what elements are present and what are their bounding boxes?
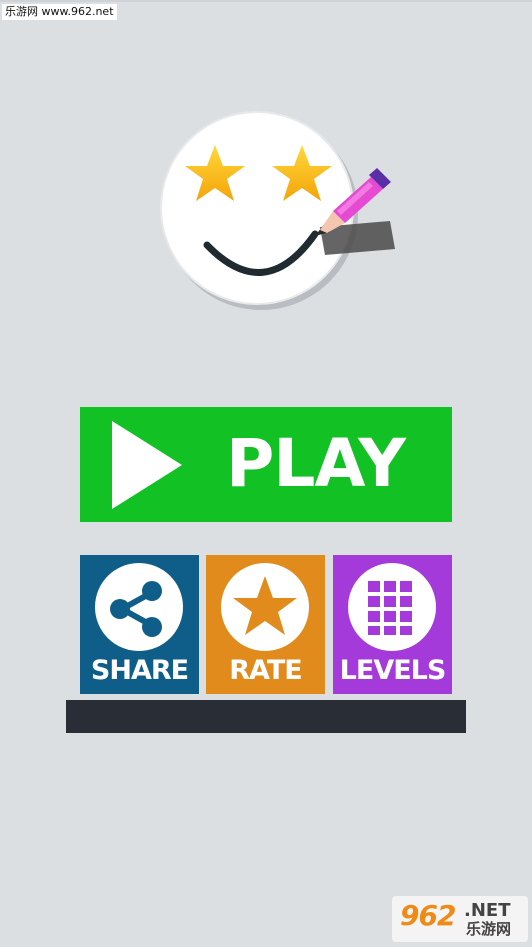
- play-label: PLAY: [226, 425, 406, 502]
- play-icon: [112, 421, 182, 509]
- share-button[interactable]: SHARE: [80, 555, 199, 694]
- banner-ad-bar[interactable]: [66, 700, 466, 733]
- levels-button[interactable]: LEVELS: [333, 555, 452, 694]
- watermark-bottom-logo: 962 .NET 乐游网: [392, 896, 528, 942]
- game-logo: [160, 111, 395, 310]
- levels-label: LEVELS: [339, 655, 447, 686]
- rate-button[interactable]: RATE: [206, 555, 325, 694]
- share-icon: [110, 581, 162, 637]
- star-icon: [233, 576, 297, 635]
- levels-icon-circle: [348, 563, 436, 651]
- watermark-domain: .NET: [464, 900, 511, 921]
- main-menu-screen: 乐游网 www.962.net PLAY SHARE RATE LEVELS 9…: [0, 0, 532, 947]
- grid-icon: [368, 581, 412, 635]
- rate-label: RATE: [229, 655, 302, 686]
- watermark-number: 962: [400, 899, 456, 932]
- watermark-top: 乐游网 www.962.net: [2, 4, 117, 20]
- rate-icon-circle: [221, 563, 309, 651]
- share-icon-circle: [95, 563, 183, 651]
- status-divider: [0, 0, 532, 2]
- watermark-name: 乐游网: [466, 920, 512, 938]
- play-button[interactable]: PLAY: [80, 407, 452, 522]
- share-label: SHARE: [90, 655, 189, 686]
